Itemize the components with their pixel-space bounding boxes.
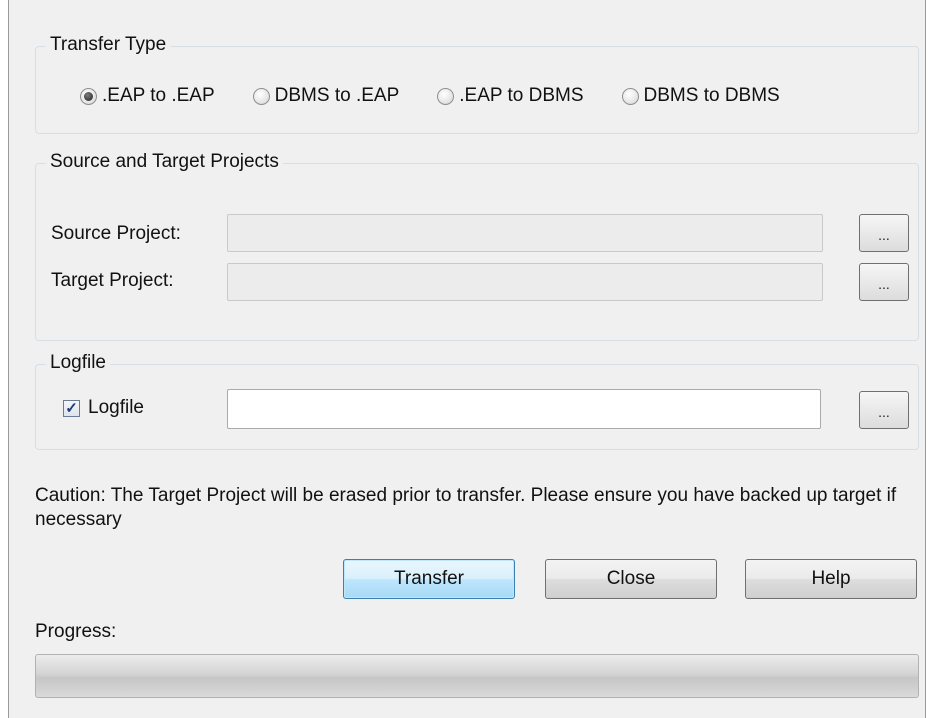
- radio-eap-to-eap[interactable]: .EAP to .EAP: [80, 85, 215, 107]
- radio-eap-to-dbms-indicator[interactable]: [437, 87, 455, 105]
- help-button[interactable]: Help: [745, 559, 917, 599]
- radio-eap-to-dbms-label: .EAP to DBMS: [459, 85, 584, 106]
- target-browse-button[interactable]: ...: [859, 263, 909, 301]
- progress-bar: [35, 654, 919, 698]
- target-project-label: Target Project:: [51, 270, 174, 291]
- checkmark-icon: ✓: [65, 400, 78, 417]
- radio-dbms-to-eap-label: DBMS to .EAP: [274, 85, 400, 106]
- logfile-checkbox-label[interactable]: Logfile: [88, 396, 144, 420]
- transfer-type-title: Transfer Type: [46, 33, 171, 57]
- radio-dbms-to-eap-indicator[interactable]: [252, 87, 270, 105]
- transfer-dialog: Transfer Type .EAP to .EAP DBMS to .EAP …: [8, 0, 926, 718]
- logfile-path-input[interactable]: [227, 389, 821, 429]
- radio-eap-to-dbms[interactable]: .EAP to DBMS: [437, 85, 584, 107]
- target-project-field[interactable]: [227, 263, 823, 301]
- transfer-type-group: Transfer Type .EAP to .EAP DBMS to .EAP …: [35, 33, 919, 134]
- logfile-checkbox[interactable]: ✓: [63, 400, 80, 417]
- source-project-field[interactable]: [227, 214, 823, 252]
- progress-label: Progress:: [35, 621, 117, 642]
- radio-dbms-to-dbms-indicator[interactable]: [621, 87, 639, 105]
- radio-dbms-to-eap[interactable]: DBMS to .EAP: [252, 85, 400, 107]
- radio-dbms-to-dbms-label: DBMS to DBMS: [643, 85, 780, 106]
- projects-title: Source and Target Projects: [46, 150, 283, 174]
- source-browse-button[interactable]: ...: [859, 214, 909, 252]
- radio-eap-to-eap-indicator[interactable]: [80, 87, 97, 105]
- transfer-button[interactable]: Transfer: [343, 559, 515, 599]
- radio-dbms-to-dbms[interactable]: DBMS to DBMS: [621, 85, 780, 107]
- source-project-label: Source Project:: [51, 223, 181, 244]
- projects-group: Source and Target Projects: [35, 150, 919, 341]
- logfile-browse-button[interactable]: ...: [859, 391, 909, 429]
- logfile-title: Logfile: [46, 351, 110, 375]
- radio-eap-to-eap-label: .EAP to .EAP: [102, 85, 215, 106]
- caution-text: Caution: The Target Project will be eras…: [35, 485, 897, 530]
- close-button[interactable]: Close: [545, 559, 717, 599]
